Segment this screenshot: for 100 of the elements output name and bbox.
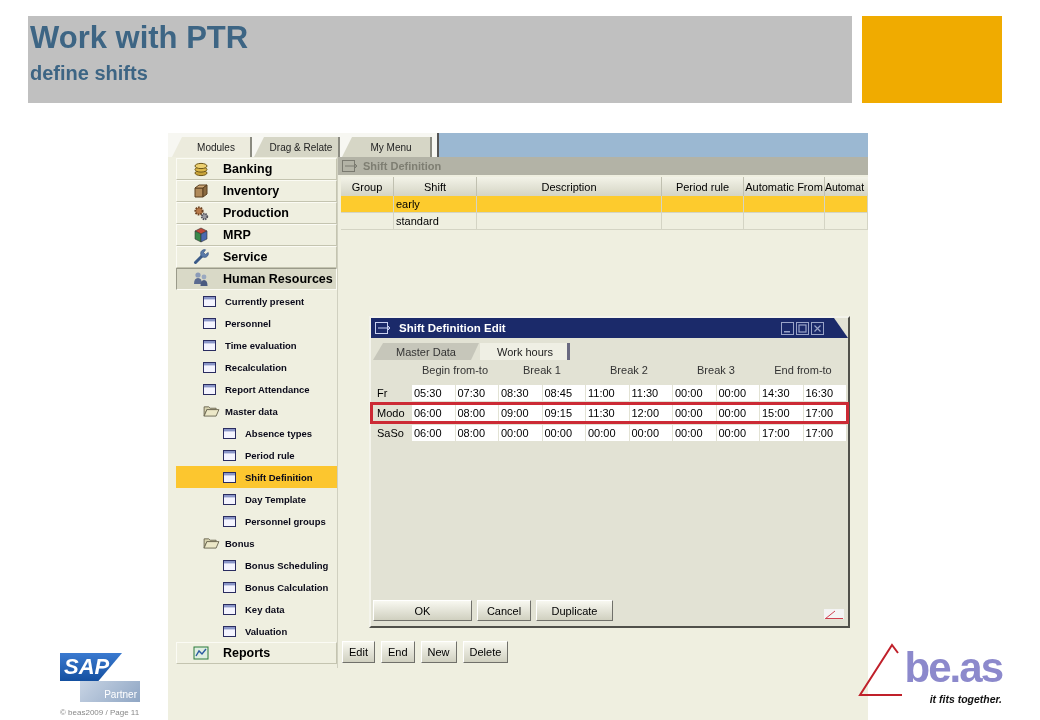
time-field[interactable]: 06:00 [412, 425, 455, 441]
window-button[interactable]: Edit [342, 641, 375, 663]
time-field[interactable]: 00:00 [716, 425, 759, 441]
sidebar-tab[interactable]: Modules [172, 137, 252, 157]
dialog-tab[interactable]: Work hours [480, 343, 570, 360]
window-icon [203, 339, 216, 351]
time-field[interactable]: 11:30 [629, 385, 672, 401]
tree-item[interactable]: Bonus [176, 532, 337, 554]
time-field[interactable]: 00:00 [673, 405, 716, 421]
sidebar-tab[interactable]: My Menu [342, 137, 432, 157]
time-field[interactable]: 00:00 [716, 385, 759, 401]
tree-item[interactable]: Personnel groups [176, 510, 337, 532]
time-field[interactable]: 00:00 [716, 405, 759, 421]
logo-tagline: it fits together. [929, 694, 1002, 705]
time-field[interactable]: 11:00 [586, 385, 629, 401]
tree-item[interactable]: Personnel [176, 312, 337, 334]
column-header: End from-to [773, 364, 833, 378]
cube-icon [193, 227, 209, 243]
dialog-button[interactable]: Cancel [477, 600, 531, 621]
tree-item[interactable]: Bonus Calculation [176, 576, 337, 598]
time-field[interactable]: 00:00 [673, 385, 716, 401]
tree-item[interactable]: Report Attendance [176, 378, 337, 400]
tree-item[interactable]: Absence types [176, 422, 337, 444]
window-icon [203, 361, 216, 373]
logo-badge: SAP [60, 653, 122, 681]
column-header: Automat [825, 177, 868, 196]
column-header: Automatic From [744, 177, 825, 196]
tree-item[interactable]: Recalculation [176, 356, 337, 378]
window-button[interactable]: Delete [462, 641, 509, 663]
tree-item[interactable]: Time evaluation [176, 334, 337, 356]
maximize-icon[interactable] [796, 321, 809, 335]
window-icon [223, 581, 236, 593]
time-field[interactable]: 08:30 [499, 385, 542, 401]
window-icon [223, 427, 236, 439]
table-cell: early [394, 196, 477, 213]
time-field[interactable]: 00:00 [673, 425, 716, 441]
dialog-tab[interactable]: Master Data [373, 343, 479, 360]
tree-item[interactable]: Valuation [176, 620, 337, 642]
module-button[interactable]: Human Resources [176, 268, 337, 290]
time-field[interactable]: 12:00 [629, 405, 672, 421]
time-field[interactable]: 17:00 [803, 425, 846, 441]
time-field[interactable]: 00:00 [499, 425, 542, 441]
module-button[interactable]: Reports [176, 642, 337, 664]
time-field[interactable]: 15:00 [760, 405, 803, 421]
window-icon [223, 449, 236, 461]
column-header: Description [477, 177, 662, 196]
module-button[interactable]: Inventory [176, 180, 337, 202]
table-row[interactable]: standard [341, 213, 868, 230]
window-button[interactable]: New [420, 641, 457, 663]
time-field[interactable]: 11:30 [586, 405, 629, 421]
day-label: Fr [376, 386, 389, 401]
tree-item[interactable]: Key data [176, 598, 337, 620]
tree-item[interactable]: Currently present [176, 290, 337, 312]
module-button[interactable]: Service [176, 246, 337, 268]
copyright-text: © beas2009 / Page 11 [60, 708, 140, 717]
column-header: Begin from-to [421, 364, 489, 378]
dialog-button[interactable]: Duplicate [536, 600, 613, 621]
tree-item[interactable]: Shift Definition [176, 466, 337, 488]
column-header: Break 3 [696, 364, 736, 378]
time-field[interactable]: 17:00 [803, 405, 846, 421]
time-field[interactable]: 00:00 [542, 425, 585, 441]
window-icon [375, 322, 391, 334]
time-field[interactable]: 00:00 [586, 425, 629, 441]
window-icon [223, 471, 236, 483]
logo-caption-bar: Partner [80, 681, 140, 702]
wrench-icon [193, 249, 209, 265]
module-button[interactable]: Production [176, 202, 337, 224]
minimize-icon[interactable] [781, 321, 794, 335]
time-field[interactable]: 08:00 [455, 425, 498, 441]
window-button[interactable]: End [380, 641, 415, 663]
day-label: SaSo [376, 426, 405, 441]
tree-item[interactable]: Day Template [176, 488, 337, 510]
time-field[interactable]: 09:15 [542, 405, 585, 421]
module-button[interactable]: MRP [176, 224, 337, 246]
time-field[interactable]: 06:00 [412, 405, 455, 421]
time-field[interactable]: 17:00 [760, 425, 803, 441]
time-field[interactable]: 00:00 [629, 425, 672, 441]
close-icon[interactable] [811, 321, 824, 335]
tree-item[interactable]: Period rule [176, 444, 337, 466]
tree-item[interactable]: Bonus Scheduling [176, 554, 337, 576]
slide-subtitle: define shifts [30, 61, 149, 86]
table-row[interactable]: early [341, 196, 868, 213]
time-field[interactable]: 05:30 [412, 385, 455, 401]
box-icon [193, 183, 209, 199]
time-field[interactable]: 14:30 [760, 385, 803, 401]
column-header: Period rule [662, 177, 744, 196]
coins-icon [193, 161, 209, 177]
dialog-button[interactable]: OK [373, 600, 472, 621]
module-button[interactable]: Banking [176, 158, 337, 180]
time-field[interactable]: 07:30 [455, 385, 498, 401]
sidebar-tab[interactable]: Drag & Relate [254, 137, 340, 157]
tree-item[interactable]: Master data [176, 400, 337, 422]
time-field[interactable]: 16:30 [803, 385, 846, 401]
time-field[interactable]: 08:45 [542, 385, 585, 401]
time-field[interactable]: 09:00 [499, 405, 542, 421]
window-icon [203, 295, 216, 307]
slide-title: Work with PTR [30, 21, 250, 55]
time-field[interactable]: 08:00 [455, 405, 498, 421]
resize-grip-icon[interactable] [824, 609, 844, 619]
column-header: Shift [394, 177, 477, 196]
